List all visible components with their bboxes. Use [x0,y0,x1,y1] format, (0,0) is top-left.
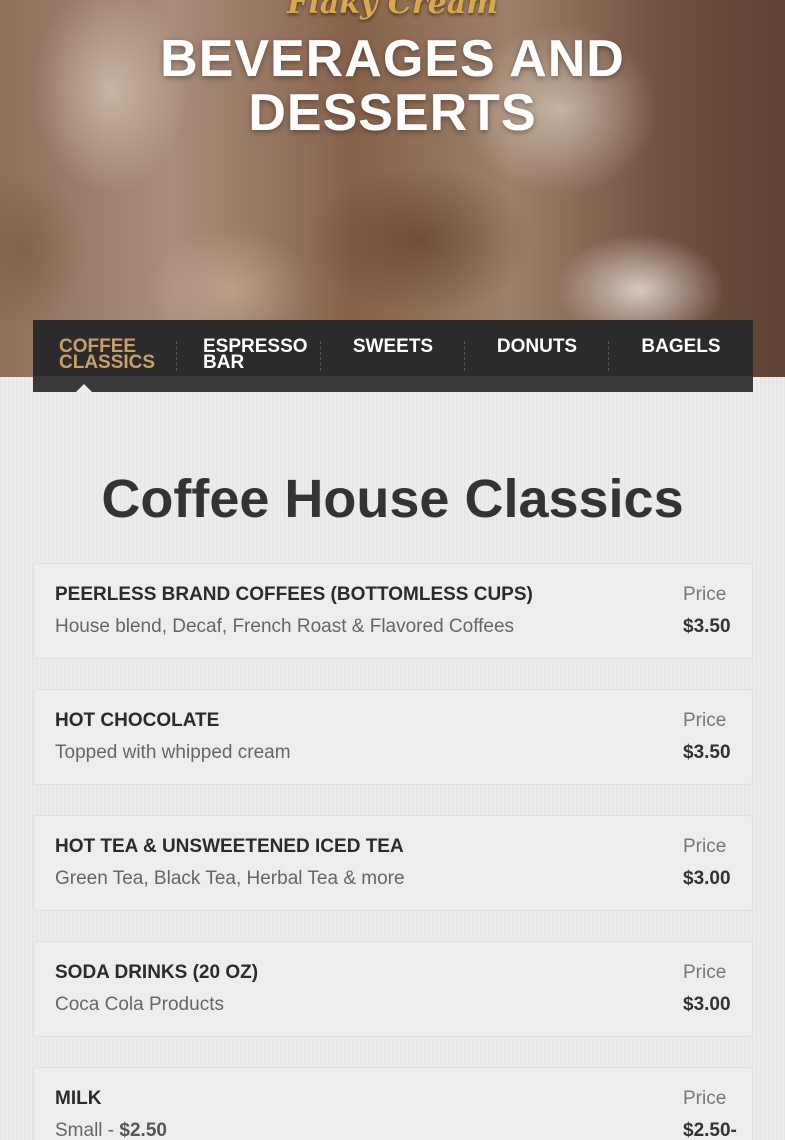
menu-item-name: HOT CHOCOLATE [55,710,220,731]
menu-item-description: Topped with whipped cream [55,742,291,763]
menu-item-description: House blend, Decaf, French Roast & Flavo… [55,616,515,637]
tab-coffee-classics[interactable]: COFFEE CLASSICS [33,336,177,393]
hero-title-line-2: DESSERTS [248,84,537,142]
price-value: $3.50 [683,742,731,763]
tab-donuts[interactable]: DONUTS [465,336,609,373]
menu-item: HOT TEA & UNSWEETENED ICED TEA Green Tea… [33,815,753,911]
brand-script-title: Flaky Cream [287,0,498,21]
price-label: Price [683,1088,727,1109]
size-label: Small - [55,1120,120,1140]
price-value: $3.00 [683,994,731,1015]
menu-item-name: HOT TEA & UNSWEETENED ICED TEA [55,836,404,857]
menu-item-name: SODA DRINKS (20 OZ) [55,962,259,983]
menu-item: HOT CHOCOLATE Topped with whipped cream … [33,689,753,785]
tab-label: DONUTS [496,336,578,357]
price-label: Price [683,962,727,983]
tab-bagels[interactable]: BAGELS [609,336,753,373]
tab-espresso-bar[interactable]: ESPRESSO BAR [177,336,321,373]
menu-item: PEERLESS BRAND COFFEES (BOTTOMLESS CUPS)… [33,563,753,659]
price-value: $3.00 [683,868,731,889]
tab-label: ESPRESSO BAR [203,336,308,373]
menu-item-name: MILK [55,1088,102,1109]
active-tab-pointer-icon [75,384,93,393]
menu-item: SODA DRINKS (20 OZ) Coca Cola Products P… [33,941,753,1037]
menu-item-name: PEERLESS BRAND COFFEES (BOTTOMLESS CUPS) [55,584,533,605]
menu-item-description: Coca Cola Products [55,994,224,1015]
price-label: Price [683,836,727,857]
menu-category-tabs: COFFEE CLASSICS ESPRESSO BAR SWEETS DONU… [33,320,753,393]
menu-item-description: Green Tea, Black Tea, Herbal Tea & more [55,868,405,889]
hero-title-line-1: BEVERAGES AND [160,30,625,88]
menu-item: MILK Small - $2.50 Price $2.50- [33,1067,753,1140]
tab-label: BAGELS [641,336,721,357]
hero-title: BEVERAGES AND DESSERTS [0,32,785,140]
price-label: Price [683,710,727,731]
menu-item-description: Small - $2.50 [55,1120,167,1140]
price-value: $2.50- [683,1120,737,1140]
price-label: Price [683,584,727,605]
size-price: $2.50 [119,1120,167,1140]
section-title: Coffee House Classics [101,469,684,529]
tab-sweets[interactable]: SWEETS [321,336,465,373]
price-value: $3.50 [683,616,731,637]
tab-label: COFFEE CLASSICS [59,336,156,373]
tab-label: SWEETS [352,336,434,357]
